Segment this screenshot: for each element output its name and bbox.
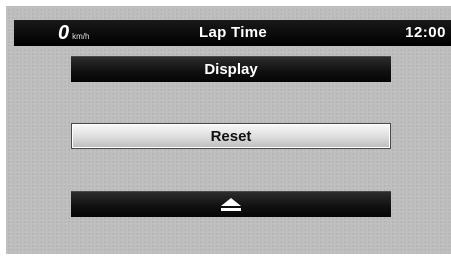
lap-time-screen: 0 km/h Lap Time 12:00 Display Reset <box>6 6 451 254</box>
reset-button-label: Reset <box>210 128 252 145</box>
eject-button[interactable] <box>71 191 391 217</box>
clock: 12:00 <box>405 24 446 41</box>
status-bar: 0 km/h Lap Time 12:00 <box>14 20 451 46</box>
reset-button[interactable]: Reset <box>71 123 391 149</box>
display-button[interactable]: Display <box>71 56 391 82</box>
eject-icon <box>220 198 242 212</box>
page-title: Lap Time <box>199 24 267 41</box>
display-button-label: Display <box>204 61 258 78</box>
